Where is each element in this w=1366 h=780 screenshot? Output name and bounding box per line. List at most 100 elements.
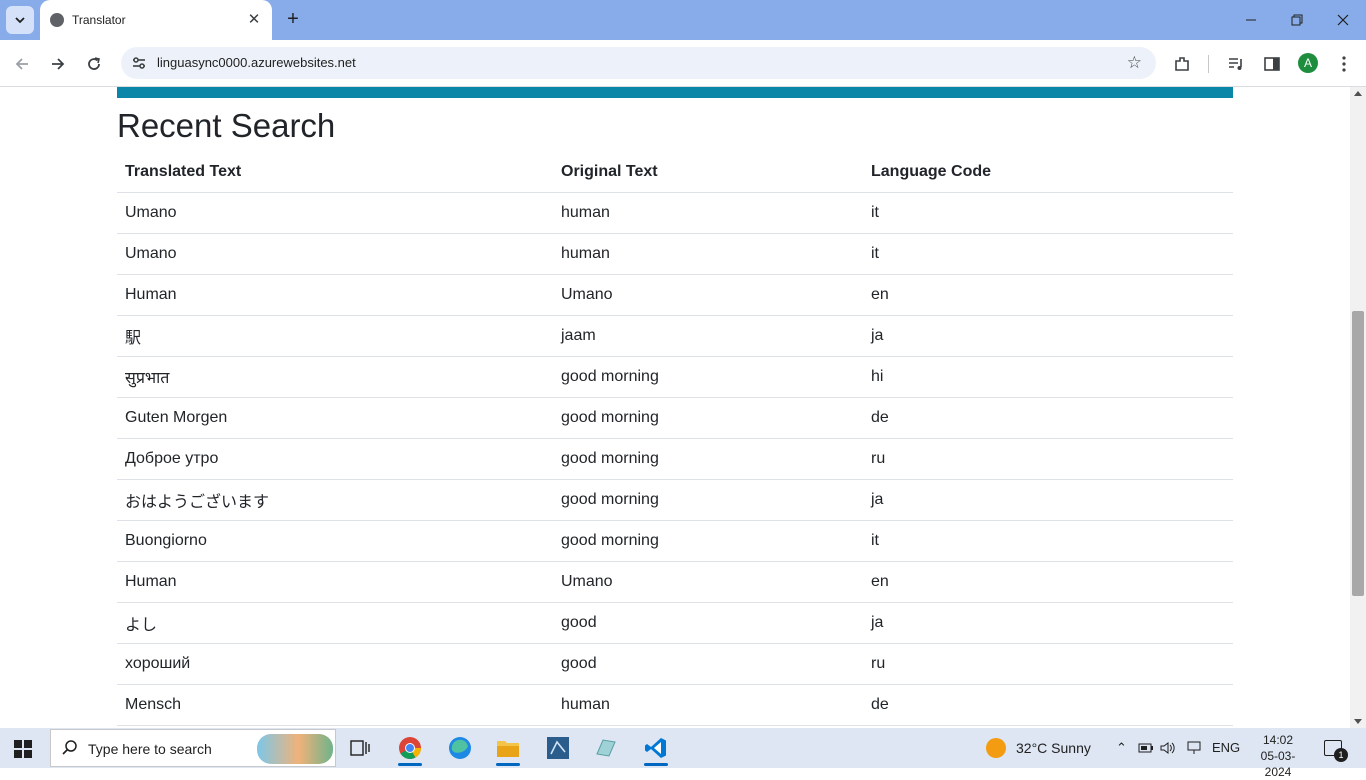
restore-icon bbox=[1291, 14, 1303, 26]
language-code-cell: it bbox=[863, 233, 1233, 275]
original-cell: good bbox=[553, 602, 863, 644]
app-taskbar-icon[interactable] bbox=[586, 732, 626, 764]
bookmark-star-icon[interactable]: ☆ bbox=[1127, 53, 1142, 73]
media-control-icon[interactable] bbox=[1224, 52, 1248, 76]
arrow-left-icon bbox=[15, 58, 28, 70]
table-row: Mensch human de bbox=[117, 684, 1233, 726]
language-code-cell: ru bbox=[863, 643, 1233, 685]
windows-taskbar: Type here to search 32°C Sunny ⌃ ENG 14:… bbox=[0, 728, 1366, 779]
battery-icon[interactable] bbox=[1138, 742, 1154, 757]
language-code-cell: ja bbox=[863, 315, 1233, 357]
new-tab-button[interactable]: + bbox=[282, 8, 304, 30]
table-header-row: Translated Text Original Text Language C… bbox=[117, 151, 1233, 193]
original-cell: Umano bbox=[553, 561, 863, 603]
arrow-right-icon bbox=[52, 58, 65, 70]
language-code-cell: ja bbox=[863, 479, 1233, 521]
translated-cell: 駅 bbox=[117, 315, 553, 357]
clock-date: 05-03-2024 bbox=[1260, 749, 1296, 779]
minimize-icon bbox=[1246, 19, 1256, 21]
table-row: よし good ja bbox=[117, 602, 1233, 644]
edge-taskbar-icon[interactable] bbox=[440, 732, 480, 764]
original-cell: good morning bbox=[553, 397, 863, 439]
table-row: Umano human it bbox=[117, 233, 1233, 275]
close-tab-icon[interactable]: ✕ bbox=[244, 10, 264, 28]
weather-sun-icon[interactable] bbox=[986, 738, 1006, 758]
language-code-cell: de bbox=[863, 684, 1233, 726]
minimize-button[interactable] bbox=[1228, 0, 1274, 40]
language-code-cell: en bbox=[863, 561, 1233, 603]
tab-title: Translator bbox=[72, 13, 126, 27]
browser-titlebar: Translator ✕ + bbox=[0, 0, 1366, 40]
scroll-down-icon[interactable] bbox=[1354, 719, 1362, 724]
address-bar[interactable]: linguasync0000.azurewebsites.net ☆ bbox=[121, 47, 1156, 79]
original-cell: jaam bbox=[553, 315, 863, 357]
header-accent-bar bbox=[117, 87, 1233, 98]
windows-start-icon[interactable] bbox=[14, 740, 32, 758]
column-header-language-code: Language Code bbox=[863, 151, 1233, 193]
task-view-icon[interactable] bbox=[340, 732, 380, 764]
scroll-up-icon[interactable] bbox=[1354, 91, 1362, 96]
menu-kebab-icon[interactable] bbox=[1332, 52, 1356, 76]
translated-cell: Mensch bbox=[117, 684, 553, 726]
translated-cell: Umano bbox=[117, 192, 553, 234]
browser-toolbar: linguasync0000.azurewebsites.net ☆ A bbox=[0, 40, 1366, 87]
extensions-icon[interactable] bbox=[1170, 52, 1194, 76]
translated-cell: おはようございます bbox=[117, 479, 553, 521]
language-code-cell: ru bbox=[863, 438, 1233, 480]
page-scrollbar[interactable] bbox=[1350, 87, 1366, 728]
tab-search-button[interactable] bbox=[6, 6, 34, 34]
url-text[interactable]: linguasync0000.azurewebsites.net bbox=[157, 55, 356, 70]
site-info-icon[interactable] bbox=[129, 53, 149, 73]
translated-cell: Доброе утро bbox=[117, 438, 553, 480]
close-window-button[interactable] bbox=[1320, 0, 1366, 40]
search-highlight-image bbox=[257, 734, 333, 764]
notification-count-badge: 1 bbox=[1334, 748, 1348, 762]
back-button[interactable] bbox=[10, 52, 34, 76]
table-row: Human Umano en bbox=[117, 274, 1233, 316]
table-row: Guten Morgen good morning de bbox=[117, 397, 1233, 439]
table-row: Umano human it bbox=[117, 192, 1233, 234]
original-cell: good morning bbox=[553, 438, 863, 480]
translated-cell: Buongiorno bbox=[117, 520, 553, 562]
forward-button[interactable] bbox=[46, 52, 70, 76]
original-cell: Umano bbox=[553, 274, 863, 316]
original-cell: good morning bbox=[553, 356, 863, 398]
column-header-translated: Translated Text bbox=[117, 151, 553, 193]
restore-button[interactable] bbox=[1274, 0, 1320, 40]
weather-text[interactable]: 32°C Sunny bbox=[1016, 740, 1091, 756]
network-icon[interactable] bbox=[1186, 741, 1202, 758]
translated-cell: सुप्रभात bbox=[117, 356, 553, 398]
volume-icon[interactable] bbox=[1160, 741, 1176, 758]
clock-time: 14:02 bbox=[1262, 733, 1294, 747]
browser-tab[interactable]: Translator ✕ bbox=[40, 0, 272, 40]
translated-cell: Human bbox=[117, 561, 553, 603]
scrollbar-thumb[interactable] bbox=[1352, 311, 1364, 596]
page-content: Recent Search Translated Text Original T… bbox=[0, 87, 1350, 728]
file-explorer-taskbar-icon[interactable] bbox=[488, 732, 528, 766]
chrome-taskbar-icon[interactable] bbox=[390, 732, 430, 766]
taskbar-search-box[interactable]: Type here to search bbox=[50, 729, 336, 767]
taskbar-clock[interactable]: 14:02 05-03-2024 bbox=[1248, 732, 1308, 780]
original-cell: good morning bbox=[553, 479, 863, 521]
original-cell: human bbox=[553, 233, 863, 275]
translated-cell: Umano bbox=[117, 233, 553, 275]
table-row: सुप्रभात good morning hi bbox=[117, 356, 1233, 398]
language-code-cell: hi bbox=[863, 356, 1233, 398]
input-language[interactable]: ENG bbox=[1212, 740, 1240, 755]
globe-icon bbox=[50, 13, 64, 27]
table-row: Human Umano en bbox=[117, 561, 1233, 603]
reload-button[interactable] bbox=[82, 52, 106, 76]
ssms-taskbar-icon[interactable] bbox=[538, 732, 578, 764]
profile-avatar[interactable]: A bbox=[1298, 53, 1318, 73]
table-row: 駅 jaam ja bbox=[117, 315, 1233, 357]
side-panel-icon[interactable] bbox=[1260, 52, 1284, 76]
reload-icon bbox=[88, 57, 100, 70]
original-cell: human bbox=[553, 192, 863, 234]
vscode-taskbar-icon[interactable] bbox=[636, 732, 676, 766]
chevron-up-icon[interactable]: ⌃ bbox=[1116, 740, 1127, 756]
language-code-cell: en bbox=[863, 274, 1233, 316]
chevron-down-icon bbox=[15, 17, 25, 24]
original-cell: good morning bbox=[553, 520, 863, 562]
search-icon bbox=[62, 740, 77, 755]
page-heading: Recent Search bbox=[117, 107, 336, 144]
